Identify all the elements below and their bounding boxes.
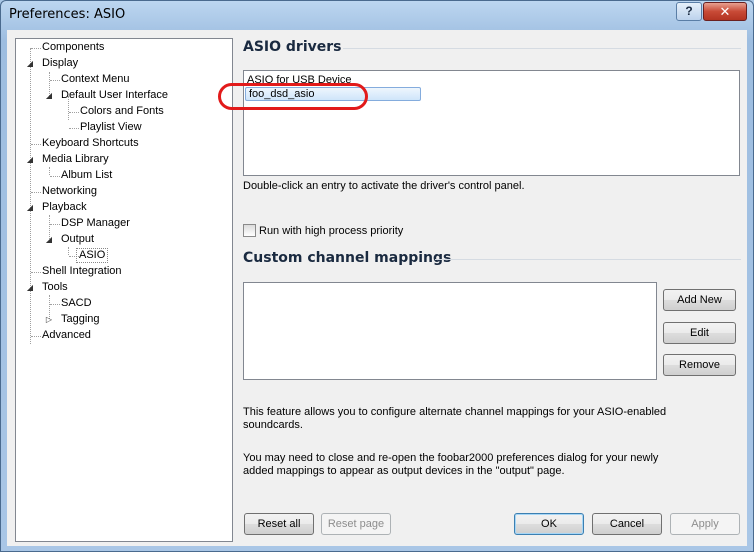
expanded-arrow-icon[interactable]: ◢ (45, 236, 53, 244)
mappings-info-line-2: soundcards. (243, 419, 303, 431)
tree-item-asio[interactable]: ASIO (76, 248, 109, 263)
tree-item-networking[interactable]: Networking (40, 184, 99, 199)
high-priority-label[interactable]: Run with high process priority (259, 225, 403, 237)
tree-item-keyboard-shortcuts[interactable]: Keyboard Shortcuts (40, 136, 141, 151)
title-bar[interactable]: Preferences: ASIO ? ✕ (1, 1, 753, 31)
tree-item-shell-integration[interactable]: Shell Integration (40, 264, 124, 279)
section-divider (435, 259, 741, 260)
tree-item-context-menu[interactable]: Context Menu (59, 72, 131, 87)
tree-item-playback[interactable]: Playback (40, 200, 89, 215)
close-icon: ✕ (719, 4, 731, 19)
expanded-arrow-icon[interactable]: ◢ (26, 156, 34, 164)
expanded-arrow-icon[interactable]: ◢ (26, 204, 34, 212)
channel-mappings-heading: Custom channel mappings (243, 250, 452, 266)
reset-all-button[interactable]: Reset all (244, 513, 314, 535)
expanded-arrow-icon[interactable]: ◢ (45, 92, 53, 100)
tree-item-colors-and-fonts[interactable]: Colors and Fonts (78, 104, 166, 119)
add-new-button[interactable]: Add New (663, 289, 736, 311)
expanded-arrow-icon[interactable]: ◢ (26, 60, 34, 68)
high-priority-checkbox[interactable] (243, 224, 256, 237)
tree-item-output[interactable]: Output (59, 232, 96, 247)
driver-list-hint: Double-click an entry to activate the dr… (243, 180, 525, 192)
tree-item-tagging[interactable]: Tagging (59, 312, 102, 327)
ok-button[interactable]: OK (514, 513, 584, 535)
mappings-info-line-1: This feature allows you to configure alt… (243, 406, 667, 418)
cancel-button[interactable]: Cancel (592, 513, 662, 535)
window-title: Preferences: ASIO (9, 7, 126, 22)
highlight-annotation (218, 83, 368, 110)
tree-item-default-user-interface[interactable]: Default User Interface (59, 88, 170, 103)
channel-mappings-list[interactable] (243, 282, 657, 380)
tree-item-media-library[interactable]: Media Library (40, 152, 111, 167)
reset-page-button[interactable]: Reset page (321, 513, 391, 535)
asio-drivers-heading: ASIO drivers (243, 39, 342, 55)
tree-item-dsp-manager[interactable]: DSP Manager (59, 216, 132, 231)
tree-item-tools[interactable]: Tools (40, 280, 70, 295)
apply-button[interactable]: Apply (670, 513, 740, 535)
tree-item-components[interactable]: Components (40, 40, 106, 55)
edit-button[interactable]: Edit (663, 322, 736, 344)
collapsed-arrow-icon[interactable]: ▷ (45, 316, 53, 324)
tree-item-album-list[interactable]: Album List (59, 168, 114, 183)
remove-button[interactable]: Remove (663, 354, 736, 376)
tree-item-sacd[interactable]: SACD (59, 296, 94, 311)
close-button[interactable]: ✕ (703, 2, 747, 21)
tree-item-display[interactable]: Display (40, 56, 80, 71)
preferences-window: Preferences: ASIO ? ✕ ◢ ◢ ◢ ◢ ◢ ◢ ▷ Comp… (0, 0, 754, 552)
preferences-tree[interactable]: ◢ ◢ ◢ ◢ ◢ ◢ ▷ Components Display Context… (15, 38, 233, 542)
tree-item-advanced[interactable]: Advanced (40, 328, 93, 343)
tree-item-playlist-view[interactable]: Playlist View (78, 120, 144, 135)
tree-connector (68, 247, 69, 255)
mappings-note-line-2: added mappings to appear as output devic… (243, 465, 565, 477)
help-button[interactable]: ? (676, 2, 702, 21)
dialog-client-area: ◢ ◢ ◢ ◢ ◢ ◢ ▷ Components Display Context… (7, 30, 747, 546)
tree-connector (30, 48, 31, 344)
tree-connector (49, 167, 50, 175)
section-divider (343, 48, 741, 49)
mappings-note-line-1: You may need to close and re-open the fo… (243, 452, 659, 464)
expanded-arrow-icon[interactable]: ◢ (26, 284, 34, 292)
